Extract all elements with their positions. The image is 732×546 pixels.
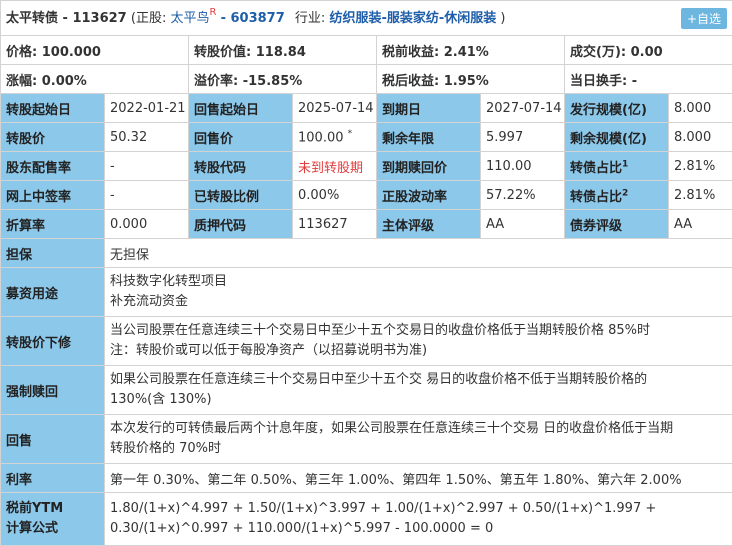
stock-code-link[interactable]: - 603877	[221, 11, 285, 26]
industry-suffix: )	[500, 11, 505, 26]
value-purpose: 科技数字化转型项目 补充流动资金	[105, 268, 732, 317]
value-putback: 本次发行的可转债最后两个计息年度，如果公司股票在任意连续三十个交易 日的收盘价格…	[105, 415, 732, 464]
label-pledge-code: 质押代码	[189, 210, 293, 239]
value-converted-ratio: 0.00%	[293, 181, 377, 210]
value-conversion-code: 未到转股期	[293, 152, 377, 181]
summary-premium: 溢价率: -15.85%	[189, 65, 377, 94]
label-remaining-size: 剩余规模(亿)	[565, 123, 669, 152]
bond-title: 太平转债 - 113627	[6, 11, 127, 26]
label-putback-start: 回售起始日	[189, 94, 293, 123]
grid-row-2: 转股价 50.32 回售价 100.00 * 剩余年限 5.997 剩余规模(亿…	[1, 123, 732, 152]
grid-row-1: 转股起始日 2022-01-21 回售起始日 2025-07-14 到期日 20…	[1, 94, 732, 123]
value-putback-start: 2025-07-14	[293, 94, 377, 123]
label-maturity-date: 到期日	[377, 94, 481, 123]
summary-volume: 成交(万): 0.00	[565, 36, 732, 65]
value-conversion-rate: 0.000	[105, 210, 189, 239]
grid-row-3: 股东配售率 - 转股代码 未到转股期 到期赎回价 110.00 转债占比1 2.…	[1, 152, 732, 181]
value-issue-size: 8.000	[669, 94, 732, 123]
label-conversion-rate: 折算率	[1, 210, 105, 239]
summary-row-1: 价格: 100.000 转股价值: 118.84 税前收益: 2.41% 成交(…	[1, 36, 732, 65]
summary-change: 涨幅: 0.00%	[1, 65, 189, 94]
value-stock-volatility: 57.22%	[481, 181, 565, 210]
summary-aftertax-yield: 税后收益: 1.95%	[377, 65, 565, 94]
value-bond-ratio-2: 2.81%	[669, 181, 732, 210]
putback-price-mark: *	[348, 129, 353, 139]
summary-pretax-yield: 税前收益: 2.41%	[377, 36, 565, 65]
label-bond-ratio-2: 转债占比2	[565, 181, 669, 210]
stock-prefix: (正股:	[131, 11, 166, 26]
label-issue-size: 发行规模(亿)	[565, 94, 669, 123]
value-reset: 当公司股票在任意连续三十个交易日中至少十五个交易日的收盘价格低于当期转股价格 8…	[105, 317, 732, 366]
stock-badge: R	[209, 7, 216, 18]
summary-turnover: 当日换手: -	[565, 65, 732, 94]
value-guarantee: 无担保	[105, 239, 732, 268]
grid-row-5: 折算率 0.000 质押代码 113627 主体评级 AA 债券评级 AA	[1, 210, 732, 239]
label-putback: 回售	[1, 415, 105, 464]
label-remaining-years: 剩余年限	[377, 123, 481, 152]
row-guarantee: 担保 无担保	[1, 239, 732, 268]
value-issuer-rating: AA	[481, 210, 565, 239]
header-row: 太平转债 - 113627 (正股: 太平鸟R - 603877 行业: 纺织服…	[1, 1, 732, 36]
row-redeem: 强制赎回 如果公司股票在任意连续三十个交易日中至少十五个交 易日的收盘价格不低于…	[1, 366, 732, 415]
value-shareholder-allotment: -	[105, 152, 189, 181]
value-putback-price: 100.00 *	[293, 123, 377, 152]
label-maturity-redeem-price: 到期赎回价	[377, 152, 481, 181]
label-ytm: 税前YTM 计算公式	[1, 493, 105, 546]
row-ytm: 税前YTM 计算公式 1.80/(1+x)^4.997 + 1.50/(1+x)…	[1, 493, 732, 546]
row-reset: 转股价下修 当公司股票在任意连续三十个交易日中至少十五个交易日的收盘价格低于当期…	[1, 317, 732, 366]
label-putback-price: 回售价	[189, 123, 293, 152]
label-conversion-price: 转股价	[1, 123, 105, 152]
industry-label: 行业:	[295, 11, 325, 26]
label-stock-volatility: 正股波动率	[377, 181, 481, 210]
label-reset: 转股价下修	[1, 317, 105, 366]
label-conversion-code: 转股代码	[189, 152, 293, 181]
label-bond-rating: 债券评级	[565, 210, 669, 239]
label-shareholder-allotment: 股东配售率	[1, 152, 105, 181]
header-cell: 太平转债 - 113627 (正股: 太平鸟R - 603877 行业: 纺织服…	[1, 1, 732, 36]
value-maturity-date: 2027-07-14	[481, 94, 565, 123]
value-redeem: 如果公司股票在任意连续三十个交易日中至少十五个交 易日的收盘价格不低于当期转股价…	[105, 366, 732, 415]
row-rate: 利率 第一年 0.30%、第二年 0.50%、第三年 1.00%、第四年 1.5…	[1, 464, 732, 493]
label-converted-ratio: 已转股比例	[189, 181, 293, 210]
bond-info-table: 太平转债 - 113627 (正股: 太平鸟R - 603877 行业: 纺织服…	[0, 0, 732, 546]
summary-row-2: 涨幅: 0.00% 溢价率: -15.85% 税后收益: 1.95% 当日换手:…	[1, 65, 732, 94]
value-pledge-code: 113627	[293, 210, 377, 239]
label-rate: 利率	[1, 464, 105, 493]
value-ytm: 1.80/(1+x)^4.997 + 1.50/(1+x)^3.997 + 1.…	[105, 493, 732, 546]
value-conversion-price: 50.32	[105, 123, 189, 152]
grid-row-4: 网上中签率 - 已转股比例 0.00% 正股波动率 57.22% 转债占比2 2…	[1, 181, 732, 210]
add-watchlist-button[interactable]: +自选	[681, 8, 727, 29]
value-maturity-redeem-price: 110.00	[481, 152, 565, 181]
label-online-win-rate: 网上中签率	[1, 181, 105, 210]
value-remaining-size: 8.000	[669, 123, 732, 152]
label-bond-ratio-1: 转债占比1	[565, 152, 669, 181]
row-purpose: 募资用途 科技数字化转型项目 补充流动资金	[1, 268, 732, 317]
label-issuer-rating: 主体评级	[377, 210, 481, 239]
industry-link[interactable]: 纺织服装-服装家纺-休闲服装	[329, 11, 496, 26]
value-conversion-start: 2022-01-21	[105, 94, 189, 123]
label-purpose: 募资用途	[1, 268, 105, 317]
value-bond-ratio-1: 2.81%	[669, 152, 732, 181]
summary-price: 价格: 100.000	[1, 36, 189, 65]
value-online-win-rate: -	[105, 181, 189, 210]
row-putback: 回售 本次发行的可转债最后两个计息年度，如果公司股票在任意连续三十个交易 日的收…	[1, 415, 732, 464]
label-guarantee: 担保	[1, 239, 105, 268]
stock-name-link[interactable]: 太平鸟	[170, 11, 209, 26]
value-remaining-years: 5.997	[481, 123, 565, 152]
label-conversion-start: 转股起始日	[1, 94, 105, 123]
value-rate: 第一年 0.30%、第二年 0.50%、第三年 1.00%、第四年 1.50%、…	[105, 464, 732, 493]
value-bond-rating: AA	[669, 210, 732, 239]
summary-conversion-value: 转股价值: 118.84	[189, 36, 377, 65]
label-redeem: 强制赎回	[1, 366, 105, 415]
